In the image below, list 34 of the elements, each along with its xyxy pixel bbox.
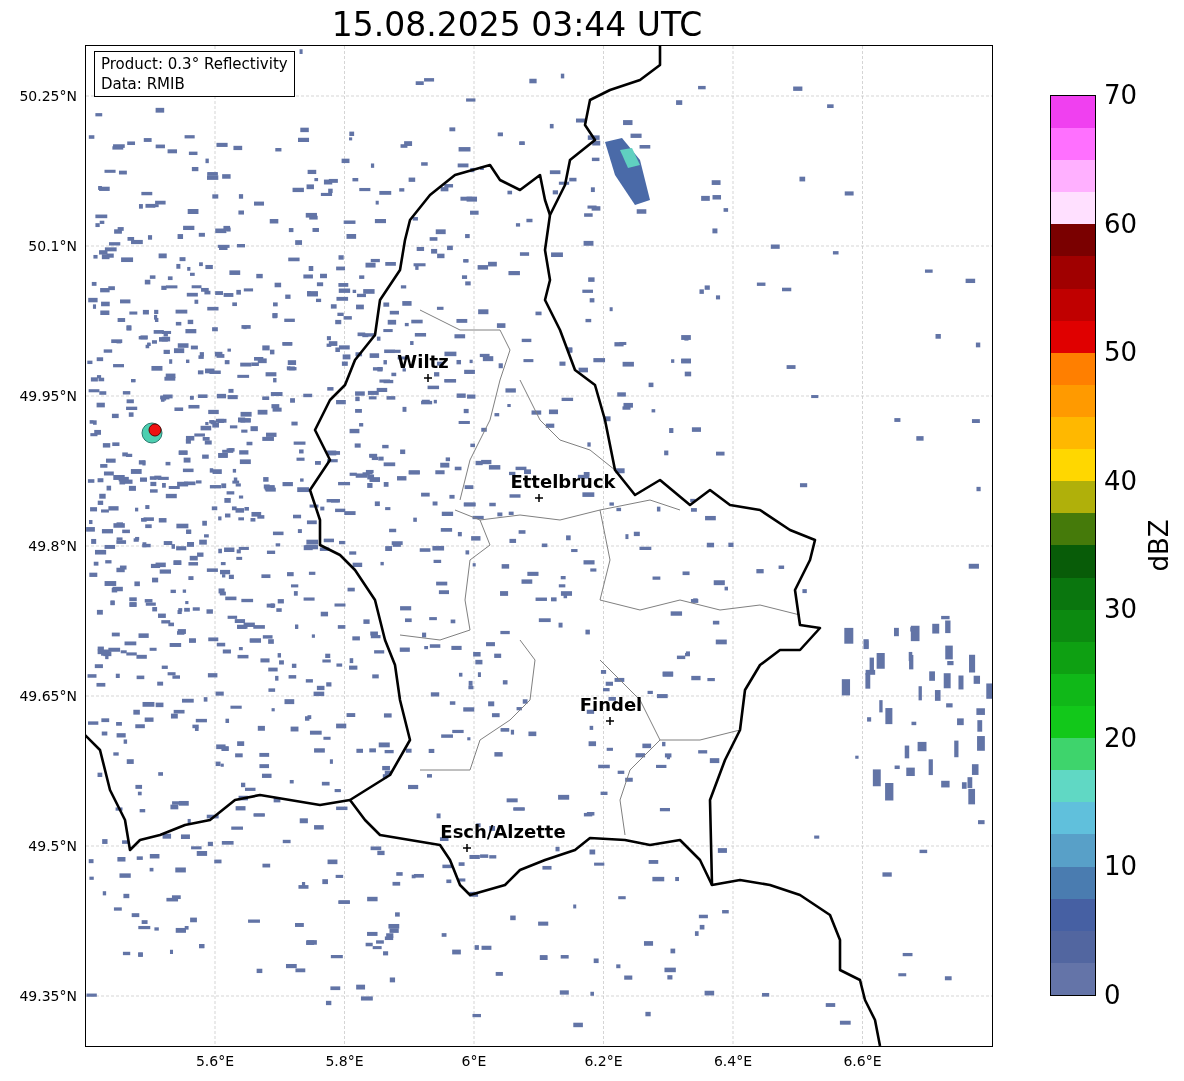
longitude-label: 6.6°E (843, 1053, 882, 1069)
colorbar-tick-label: 70 (1104, 80, 1138, 110)
colorbar-tick-label: 50 (1104, 337, 1138, 368)
longitude-label: 5.8°E (325, 1053, 364, 1069)
colorbar-label: dBZ (1142, 519, 1175, 572)
latitude-label: 49.8°N (28, 538, 77, 554)
city-label: Ettelbruck (510, 471, 616, 492)
info-text: Data: RMIB (101, 74, 186, 94)
city-label: Esch/Alzette (440, 821, 566, 842)
city-label: Wiltz (397, 351, 449, 372)
city-marker-icon (534, 493, 544, 503)
latitude-label: 50.25°N (19, 88, 77, 104)
city-marker-icon (462, 843, 472, 853)
city-marker-icon (423, 373, 433, 383)
longitude-label: 6.4°E (713, 1053, 753, 1069)
colorbar-tick-label: 0 (1104, 980, 1121, 1010)
longitude-label: 6.2°E (584, 1053, 623, 1069)
info-text: Product: 0.3° Reflectivity (101, 54, 288, 74)
city-label: Findel (579, 694, 643, 715)
latitude-label: 49.35°N (19, 988, 77, 1004)
colorbar-tick-label: 60 (1104, 208, 1138, 239)
colorbar-tick-label: 20 (1104, 722, 1138, 753)
latitude-label: 49.65°N (19, 688, 77, 704)
city-marker-icon (605, 716, 615, 726)
chart-title: 15.08.2025 03:44 UTC (331, 5, 703, 45)
colorbar-tick-label: 30 (1104, 594, 1138, 625)
colorbar-tick-label: 40 (1104, 465, 1138, 496)
latitude-label: 50.1°N (28, 238, 77, 254)
latitude-label: 49.95°N (19, 388, 77, 404)
latitude-label: 49.5°N (28, 838, 77, 854)
radar-site-icon (141, 422, 163, 444)
colorbar-tick-label: 10 (1104, 851, 1138, 882)
longitude-label: 5.6°E (195, 1053, 235, 1069)
longitude-label: 6°E (461, 1053, 487, 1069)
